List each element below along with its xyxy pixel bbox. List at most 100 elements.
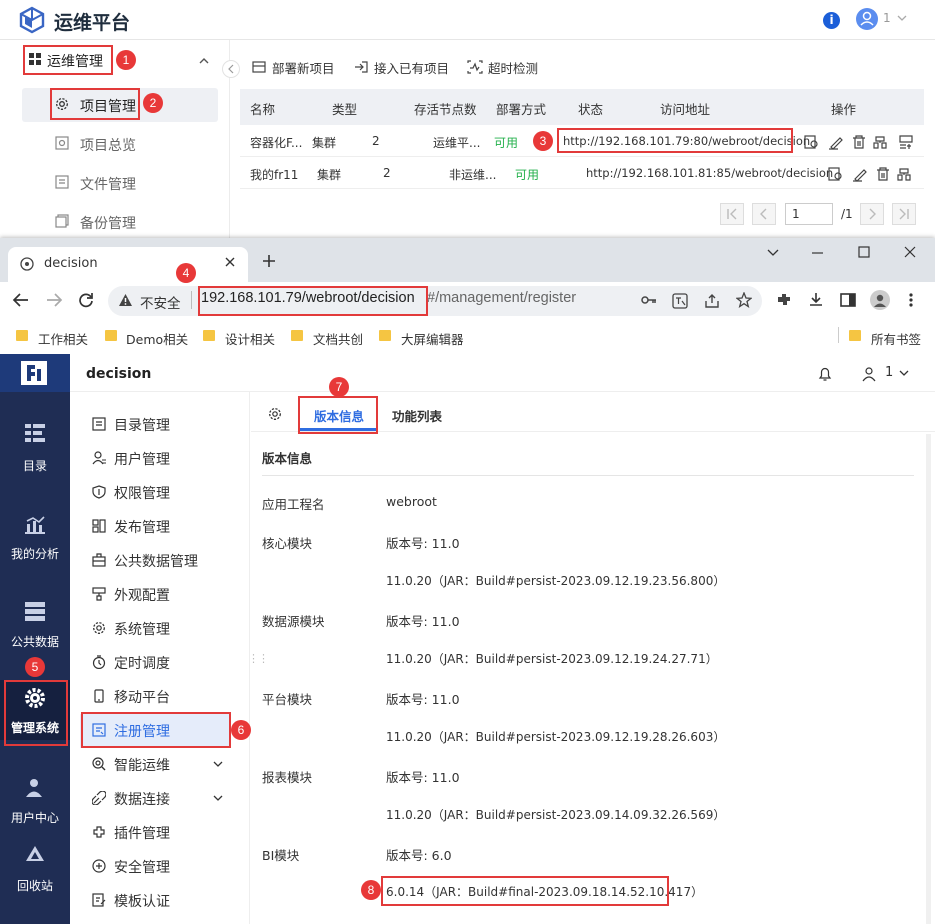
window-close-icon[interactable] <box>904 246 916 258</box>
menu-plugins[interactable]: 插件管理 <box>114 823 170 843</box>
ops-header: 运维平台 i 1 <box>0 0 935 40</box>
star-icon[interactable] <box>736 292 752 308</box>
menu-security[interactable]: 安全管理 <box>114 857 170 877</box>
nav-catalog[interactable]: 目录 <box>0 457 70 474</box>
mobile-icon <box>94 689 104 703</box>
decision-user[interactable]: 1 <box>885 365 893 380</box>
nav-recycle[interactable]: 回收站 <box>0 877 70 894</box>
collapse-sidebar-button[interactable] <box>222 60 240 78</box>
menu-register[interactable]: 注册管理 <box>114 721 170 741</box>
section-title: 版本信息 <box>262 451 313 466</box>
timeout-check-button[interactable]: 超时检测 <box>488 58 538 77</box>
menu-catalog[interactable]: 目录管理 <box>114 415 170 435</box>
row-url-link[interactable]: http://192.168.101.81:85/webroot/decisio… <box>586 166 833 180</box>
menu-smart-ops[interactable]: 智能运维 <box>114 755 170 775</box>
minimize-icon[interactable] <box>812 251 824 255</box>
nav-public-data[interactable]: 公共数据 <box>0 633 70 650</box>
bookmark-work[interactable]: 工作相关 <box>38 329 88 348</box>
download-icon[interactable] <box>808 292 824 308</box>
tab-feature-list[interactable]: 功能列表 <box>392 406 442 425</box>
pager-page-input[interactable]: 1 <box>785 203 833 225</box>
nav-my-analysis[interactable]: 我的分析 <box>0 545 70 562</box>
user-center-icon <box>25 778 45 798</box>
info-value: 版本号: 11.0 <box>386 770 460 785</box>
folder-icon <box>105 330 117 341</box>
user-name[interactable]: 1 <box>883 11 891 25</box>
pager-last-button[interactable] <box>892 203 916 225</box>
cube-logo-icon <box>18 6 46 34</box>
step-marker: 3 <box>533 131 553 151</box>
pager-first-button[interactable] <box>720 203 744 225</box>
sidebar-group-ops[interactable]: 运维管理 <box>24 46 112 74</box>
profile-icon[interactable] <box>870 290 890 310</box>
bookmark-screen[interactable]: 大屏编辑器 <box>401 329 464 348</box>
tab-search-icon[interactable] <box>766 248 780 258</box>
deploy-new-button[interactable]: 部署新项目 <box>272 58 335 77</box>
settings-icon[interactable] <box>268 407 282 421</box>
sidebar-item-files[interactable]: 文件管理 <box>80 174 136 194</box>
smart-ops-icon <box>92 757 106 771</box>
user-avatar-icon[interactable] <box>856 8 878 30</box>
register-icon <box>92 723 106 737</box>
chevron-down-icon[interactable] <box>898 368 910 378</box>
info-label: 平台模块 <box>262 692 313 707</box>
address-bar[interactable]: 不安全 192.168.101.79/webroot/decision #/ma… <box>108 286 762 316</box>
back-icon[interactable] <box>12 292 30 308</box>
publish-icon <box>92 519 106 533</box>
browser-window: decision 不安全 192.168.101.79/webroot/deci… <box>0 238 935 924</box>
forward-icon[interactable] <box>45 292 63 308</box>
tab-close-icon[interactable] <box>224 256 236 268</box>
pager-next-button[interactable] <box>860 203 884 225</box>
col-type: 类型 <box>332 102 358 117</box>
bookmark-all[interactable]: 所有书签 <box>871 329 921 348</box>
sidebar-item-overview[interactable]: 项目总览 <box>80 135 136 155</box>
key-icon[interactable] <box>641 294 657 306</box>
extensions-icon[interactable] <box>776 292 792 308</box>
share-icon[interactable] <box>704 293 720 309</box>
info-detail: 11.0.20（JAR：Build#persist-2023.09.14.09.… <box>386 808 726 822</box>
menu-schedule[interactable]: 定时调度 <box>114 653 170 673</box>
user-icon[interactable] <box>862 366 876 382</box>
user-manage-icon <box>92 451 106 465</box>
ops-platform-window: 运维平台 i 1 运维管理 项目管理 项目总览 文件管理 备份管理 部署新项目 … <box>0 0 935 238</box>
menu-users[interactable]: 用户管理 <box>114 449 170 469</box>
gear-icon <box>55 97 69 111</box>
sidebar-item-backup[interactable]: 备份管理 <box>80 213 136 233</box>
bookmark-design[interactable]: 设计相关 <box>225 329 275 348</box>
bookmark-demo[interactable]: Demo相关 <box>126 329 188 348</box>
sidepanel-icon[interactable] <box>840 292 856 308</box>
row-url-link[interactable]: http://192.168.101.79:80/webroot/decisio… <box>563 134 810 148</box>
warning-icon <box>118 293 133 307</box>
menu-template-cert[interactable]: 模板认证 <box>114 891 170 911</box>
folder-icon <box>291 330 303 341</box>
menu-publish[interactable]: 发布管理 <box>114 517 170 537</box>
menu-mobile[interactable]: 移动平台 <box>114 687 170 707</box>
menu-permissions[interactable]: 权限管理 <box>114 483 170 503</box>
chevron-up-icon[interactable] <box>198 56 210 66</box>
scrollbar[interactable] <box>926 434 931 924</box>
chevron-down-icon[interactable] <box>212 759 224 769</box>
maximize-icon[interactable] <box>858 246 870 258</box>
menu-data-connect[interactable]: 数据连接 <box>114 789 170 809</box>
import-existing-button[interactable]: 接入已有项目 <box>374 58 449 77</box>
nav-user-center[interactable]: 用户中心 <box>0 809 70 826</box>
chevron-down-icon[interactable] <box>896 13 908 23</box>
reload-icon[interactable] <box>78 292 94 308</box>
col-deploy: 部署方式 <box>496 102 547 117</box>
tab-version-info[interactable]: 版本信息 <box>314 406 364 425</box>
menu-kebab-icon[interactable] <box>908 292 914 308</box>
browser-tab[interactable]: decision <box>8 247 248 282</box>
menu-system[interactable]: 系统管理 <box>114 619 170 639</box>
info-detail: 6.0.14（JAR：Build#final-2023.09.18.14.52.… <box>386 885 704 899</box>
new-tab-icon[interactable] <box>262 254 276 268</box>
translate-icon[interactable] <box>672 293 688 309</box>
pager-prev-button[interactable] <box>752 203 776 225</box>
bookmark-docs[interactable]: 文档共创 <box>313 329 363 348</box>
resize-handle-icon[interactable]: ⋮⋮ <box>248 652 269 665</box>
menu-public-data[interactable]: 公共数据管理 <box>114 551 198 571</box>
info-icon[interactable]: i <box>823 12 840 29</box>
menu-appearance[interactable]: 外观配置 <box>114 585 170 605</box>
chevron-down-icon[interactable] <box>212 793 224 803</box>
col-actions: 操作 <box>831 102 857 117</box>
bell-icon[interactable] <box>818 366 832 382</box>
